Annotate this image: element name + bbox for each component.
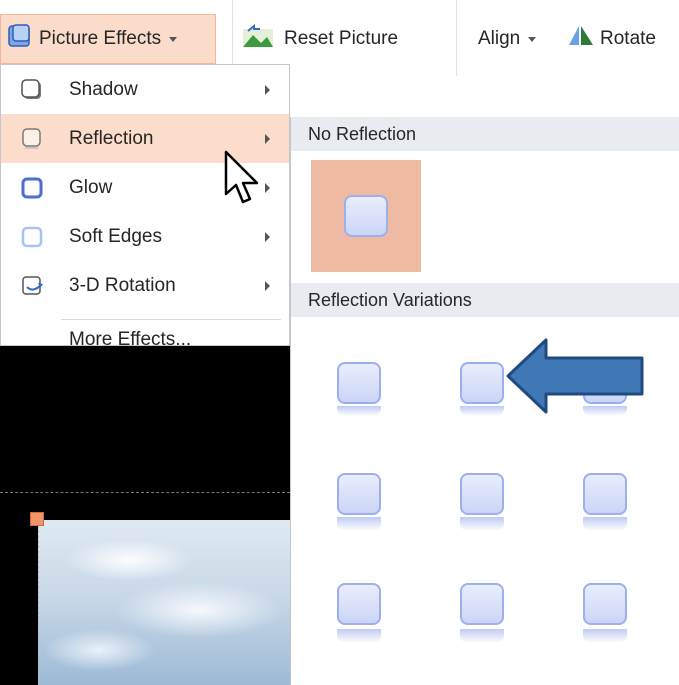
variation-thumbnail <box>337 473 381 515</box>
no-reflection-thumbnail <box>344 195 388 237</box>
reset-picture-icon <box>240 23 280 55</box>
resize-handle[interactable] <box>30 512 44 526</box>
menu-item-label: Glow <box>69 176 113 198</box>
variation-thumbnail <box>583 473 627 515</box>
submenu-arrow-icon <box>265 232 270 242</box>
picture-effects-icon <box>5 23 35 55</box>
variation-thumbnail <box>460 583 504 625</box>
menu-item-shadow[interactable]: Shadow <box>1 65 289 114</box>
chevron-down-icon <box>528 36 537 42</box>
variation-reflection <box>337 517 381 531</box>
align-button[interactable]: Align <box>478 14 537 64</box>
submenu-arrow-icon <box>265 281 270 291</box>
no-reflection-header: No Reflection <box>291 117 679 151</box>
selected-picture[interactable] <box>38 520 290 685</box>
align-label: Align <box>478 28 521 49</box>
menu-separator <box>61 319 281 320</box>
chevron-down-icon <box>169 36 178 42</box>
variation-thumbnail <box>337 583 381 625</box>
ribbon-separator <box>456 0 457 76</box>
rotate-button[interactable]: Rotate <box>566 14 656 64</box>
submenu-arrow-icon <box>265 134 270 144</box>
variation-thumbnail <box>583 583 627 625</box>
menu-item-soft-edges[interactable]: Soft Edges <box>1 212 289 261</box>
menu-item-label: Shadow <box>69 78 138 100</box>
submenu-arrow-icon <box>265 85 270 95</box>
submenu-arrow-icon <box>265 183 270 193</box>
rotate-label: Rotate <box>600 28 656 49</box>
reflection-icon <box>21 128 43 156</box>
reflection-variations-header: Reflection Variations <box>291 283 679 317</box>
menu-item-label: Soft Edges <box>69 225 162 247</box>
no-reflection-option[interactable] <box>311 160 421 272</box>
more-effects-item[interactable]: More Effects... <box>69 329 191 351</box>
shadow-icon <box>21 79 43 107</box>
menu-item-label: Reflection <box>69 127 154 149</box>
variation-reflection <box>583 517 627 531</box>
slide-boundary <box>0 492 290 493</box>
variation-reflection <box>337 406 381 416</box>
mouse-cursor-icon <box>224 150 264 213</box>
reset-picture-button[interactable]: Reset Picture <box>240 14 398 64</box>
menu-item-label: 3-D Rotation <box>69 274 176 296</box>
variation-thumbnail <box>337 362 381 404</box>
variation-thumbnail <box>460 473 504 515</box>
annotation-arrow-icon <box>506 338 646 419</box>
reset-picture-label: Reset Picture <box>284 28 399 49</box>
variation-reflection <box>460 406 504 416</box>
variation-reflection <box>460 629 504 643</box>
variation-reflection <box>460 517 504 531</box>
soft-edges-icon <box>21 226 43 254</box>
picture-effects-button[interactable]: Picture Effects <box>0 14 216 64</box>
picture-effects-label: Picture Effects <box>39 28 162 49</box>
variation-reflection <box>337 629 381 643</box>
variation-reflection <box>583 629 627 643</box>
rotate-icon <box>566 23 596 55</box>
variation-thumbnail <box>460 362 504 404</box>
glow-icon <box>21 177 43 205</box>
menu-item-3d-rotation[interactable]: 3-D Rotation <box>1 261 289 310</box>
3d-rotation-icon <box>21 275 45 303</box>
